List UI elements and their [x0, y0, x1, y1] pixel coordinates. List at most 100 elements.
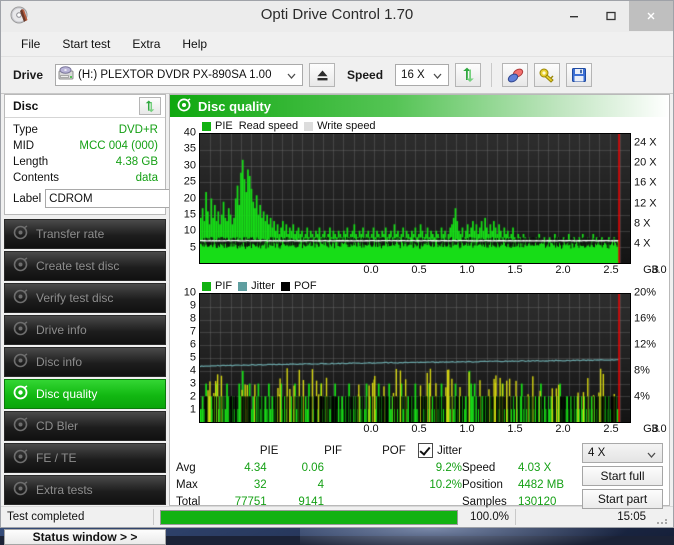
stats-avg-pif: 0.06	[275, 462, 332, 474]
stats-total-pif: 9141	[275, 496, 332, 508]
save-button[interactable]	[566, 63, 592, 87]
disc-icon	[13, 353, 28, 371]
stats-header-row: PIE PIF POF Jitter	[176, 442, 462, 459]
disc-refresh-button[interactable]	[139, 97, 161, 115]
disc-icon	[13, 225, 28, 243]
pif-chart-legend: PIF Jitter POF	[173, 279, 665, 293]
content-panel: Disc quality PIE Read speed Write speed	[169, 94, 670, 506]
progress-bar-fill	[161, 511, 457, 524]
sidebar-item-label: Extra tests	[36, 483, 93, 497]
disc-mid-value: MCC 004 (000)	[79, 140, 158, 152]
menu-extra[interactable]: Extra	[121, 34, 171, 54]
stats-table: PIE PIF POF Jitter Avg 4.34 0.06 9.2% Ma…	[176, 442, 462, 510]
disc-row-length: Length 4.38 GB	[13, 154, 158, 170]
jitter-checkbox[interactable]	[418, 443, 433, 458]
disc-length-key: Length	[13, 156, 48, 168]
axis-tick: 25	[184, 177, 196, 188]
legend-swatch-pof	[281, 282, 290, 291]
sidebar-item-verify-test-disc[interactable]: Verify test disc	[4, 283, 166, 313]
pie-plot-row: 40 35 30 25 20 15 10 5 24 X 20 X 16 X 12 X8 X4 X	[173, 133, 665, 264]
menu-file[interactable]: File	[10, 34, 51, 54]
panel-header: Disc quality	[170, 95, 669, 117]
legend-write-speed: Write speed	[304, 120, 376, 132]
legend-label-read-speed: Read speed	[239, 120, 298, 132]
axis-tick: 10	[184, 288, 196, 299]
axis-tick: 15	[184, 209, 196, 220]
drive-value: (H:) PLEXTOR DVDR PX-890SA 1.00	[78, 69, 271, 81]
start-part-button[interactable]: Start part	[582, 489, 663, 509]
axis-tick: 4 X	[634, 238, 651, 249]
stats-col-jitter: Jitter	[437, 445, 462, 457]
axis-tick: 20	[184, 193, 196, 204]
pie-chart-legend: PIE Read speed Write speed	[173, 119, 665, 133]
sidebar-item-label: Disc quality	[36, 387, 97, 401]
stats-col-pof: POF	[350, 445, 414, 457]
minimize-button[interactable]	[555, 1, 592, 31]
sidebar-item-transfer-rate[interactable]: Transfer rate	[4, 219, 166, 249]
start-full-button[interactable]: Start full	[582, 466, 663, 486]
axis-tick: 0.5	[411, 264, 426, 276]
disc-panel: Disc Type DVD+R MID MCC 004 (000) Length…	[4, 94, 166, 215]
resize-grip[interactable]	[656, 510, 670, 524]
close-button[interactable]	[629, 1, 673, 31]
axis-tick: 6	[190, 340, 196, 351]
axis-tick: 16%	[634, 314, 656, 325]
axis-tick: 5	[190, 242, 196, 253]
sidebar-item-disc-quality[interactable]: Disc quality	[4, 379, 166, 409]
disc-icon	[13, 481, 28, 499]
legend-label-pie: PIE	[215, 120, 233, 132]
table-row: Max 32 4 10.2%	[176, 476, 462, 493]
refresh-button[interactable]	[455, 63, 481, 87]
pie-plot[interactable]	[199, 133, 631, 264]
disc-length-value: 4.38 GB	[116, 156, 158, 168]
progress-bar	[160, 510, 458, 525]
drive-label: Drive	[13, 68, 43, 82]
status-window-button[interactable]: Status window > >	[4, 529, 166, 545]
sidebar-item-disc-info[interactable]: Disc info	[4, 347, 166, 377]
settings-button[interactable]	[534, 63, 560, 87]
pif-y-axis-left: 10 9 8 7 6 5 4 3 2 1	[173, 293, 199, 423]
axis-tick: 40	[184, 128, 196, 139]
application-window: Opti Drive Control 1.70 File Start test …	[0, 0, 674, 528]
pif-plot-row: 10 9 8 7 6 5 4 3 2 1 20% 16% 12% 8% 4%	[173, 293, 665, 423]
erase-button[interactable]	[502, 63, 528, 87]
menu-start-test[interactable]: Start test	[51, 34, 121, 54]
pif-plot[interactable]	[199, 293, 631, 423]
info-position-key: Position	[462, 479, 518, 491]
axis-tick: 16 X	[634, 178, 657, 189]
sidebar-item-extra-tests[interactable]: Extra tests	[4, 475, 166, 505]
progress-cell	[154, 507, 464, 527]
sidebar-item-cd-bler[interactable]: CD Bler	[4, 411, 166, 441]
sidebar-item-fe-te[interactable]: FE / TE	[4, 443, 166, 473]
info-position: Position 4482 MB	[462, 476, 582, 493]
disc-row-type: Type DVD+R	[13, 122, 158, 138]
speed-select[interactable]: 16 X	[395, 64, 449, 86]
menu-help[interactable]: Help	[171, 34, 218, 54]
eject-button[interactable]	[309, 63, 335, 87]
axis-tick: 2.0	[555, 264, 570, 276]
sidebar-item-drive-info[interactable]: Drive info	[4, 315, 166, 345]
info-spacer	[462, 442, 582, 459]
info-samples-value: 130120	[518, 496, 582, 508]
drive-select[interactable]: (H:) PLEXTOR DVDR PX-890SA 1.00	[55, 64, 303, 86]
legend-pof: POF	[281, 280, 317, 292]
axis-tick: 1.0	[459, 264, 474, 276]
table-row: Total 77751 9141	[176, 493, 462, 510]
stats-col-pif: PIF	[286, 445, 350, 457]
stats-panel: PIE PIF POF Jitter Avg 4.34 0.06 9.2% Ma…	[170, 438, 669, 512]
sidebar-item-label: Verify test disc	[36, 291, 113, 305]
sidebar-item-create-test-disc[interactable]: Create test disc	[4, 251, 166, 281]
test-speed-select[interactable]: 4 X	[582, 443, 663, 463]
speed-value: 16 X	[401, 69, 425, 81]
axis-tick: 2	[190, 392, 196, 403]
axis-tick: 10	[184, 226, 196, 237]
maximize-button[interactable]	[592, 1, 629, 31]
stats-max-pie: 32	[217, 479, 274, 491]
test-speed-value: 4 X	[588, 447, 605, 459]
legend-pif: PIF	[202, 280, 232, 292]
sidebar-item-label: Disc info	[36, 355, 82, 369]
info-samples: Samples 130120	[462, 493, 582, 510]
main-body: Disc Type DVD+R MID MCC 004 (000) Length…	[1, 94, 673, 506]
stats-avg-jitter: 9.2%	[410, 462, 462, 474]
disc-icon	[13, 289, 28, 307]
